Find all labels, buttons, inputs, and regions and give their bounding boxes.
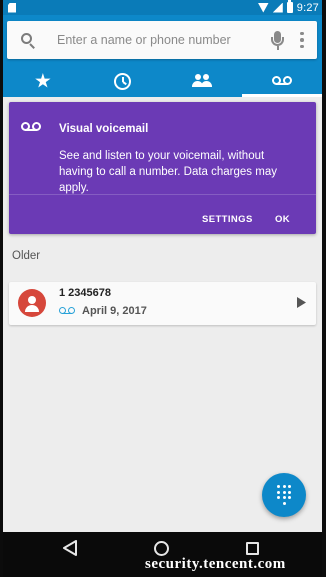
avatar[interactable] (18, 289, 46, 317)
watermark: security.tencent.com (145, 556, 286, 572)
wifi-icon (257, 2, 269, 13)
visual-voicemail-promo-card: Visual voicemail See and listen to your … (9, 102, 316, 234)
voicemail-date: April 9, 2017 (82, 305, 147, 317)
voicemail-content: Visual voicemail See and listen to your … (3, 97, 322, 532)
recent-apps-icon[interactable] (246, 542, 259, 555)
tab-favorites[interactable] (3, 65, 83, 97)
sim-card-icon (8, 2, 16, 13)
home-icon[interactable] (154, 541, 169, 556)
search-icon[interactable] (13, 21, 47, 59)
play-icon[interactable] (297, 297, 306, 308)
battery-icon (286, 0, 293, 13)
app-header (3, 15, 322, 97)
tab-recents[interactable] (83, 65, 163, 97)
voicemail-icon (272, 76, 293, 86)
people-icon (192, 74, 213, 88)
cell-signal-icon (272, 2, 283, 13)
status-bar: 9:27 (3, 0, 322, 15)
voicemail-icon (21, 122, 41, 132)
tab-voicemail[interactable] (242, 65, 322, 97)
tab-contacts[interactable] (163, 65, 243, 97)
voicemail-list-item[interactable]: 1 2345678 April 9, 2017 (9, 282, 316, 325)
settings-button[interactable]: SETTINGS (202, 214, 253, 225)
promo-divider (9, 194, 316, 195)
star-icon (35, 73, 51, 88)
microphone-icon[interactable] (265, 21, 291, 59)
dialpad-fab[interactable] (262, 473, 306, 517)
voicemail-icon (59, 307, 75, 315)
clock-icon (114, 72, 132, 90)
caller-number: 1 2345678 (59, 287, 111, 299)
phone-screen: 9:27 Enter a name or phone number Visual… (0, 0, 326, 577)
status-clock: 9:27 (296, 1, 319, 14)
tab-bar (3, 65, 322, 97)
search-input[interactable] (57, 33, 265, 47)
search-bar[interactable] (7, 21, 317, 59)
back-icon[interactable] (62, 540, 78, 556)
promo-title: Visual voicemail (59, 123, 149, 135)
more-options-icon[interactable] (291, 21, 313, 59)
section-header-older: Older (12, 250, 41, 262)
ok-button[interactable]: OK (275, 214, 290, 225)
frame-edge-right (322, 0, 326, 577)
dialpad-icon (277, 485, 280, 489)
promo-description: See and listen to your voicemail, withou… (59, 150, 277, 194)
